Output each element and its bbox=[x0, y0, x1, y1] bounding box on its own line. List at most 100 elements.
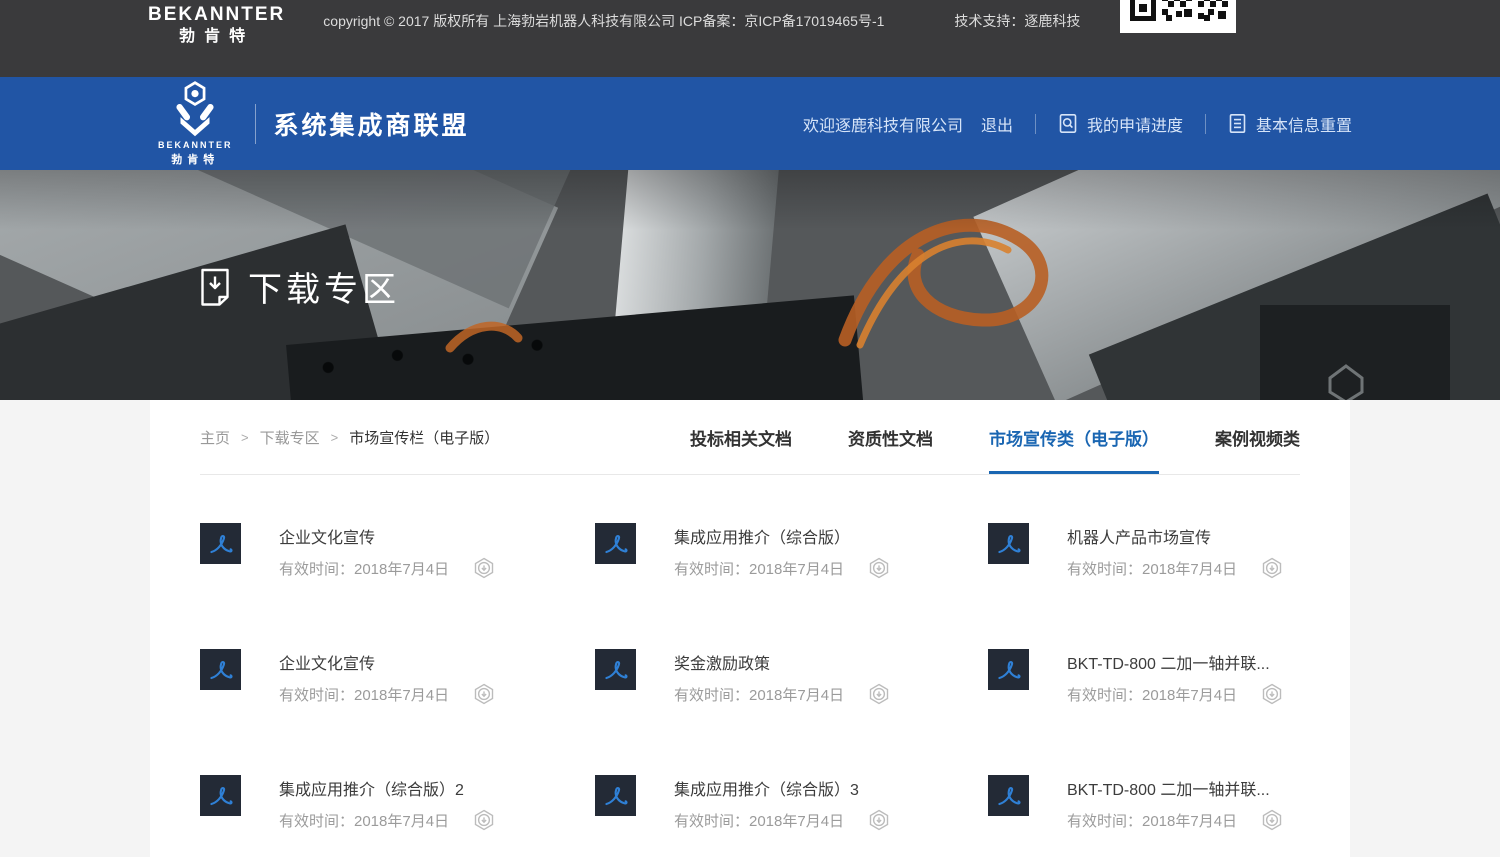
content-panel: > 主页 > 下载专区 > 市场宣传栏（电子版） 投标相关文档 bbox=[150, 400, 1350, 857]
pdf-icon[interactable] bbox=[988, 775, 1029, 816]
pdf-icon[interactable] bbox=[988, 523, 1029, 564]
copyright-text: copyright © 2017 版权所有 上海勃岩机器人科技有限公司 ICP备… bbox=[323, 5, 884, 31]
pdf-icon[interactable] bbox=[200, 523, 241, 564]
file-valid-date: 有效时间：2018年7月4日 bbox=[1067, 558, 1237, 579]
file-valid-date: 有效时间：2018年7月4日 bbox=[1067, 684, 1237, 705]
file-meta: 有效时间：2018年7月4日 bbox=[674, 557, 890, 579]
downloads-grid: 企业文化宣传 有效时间：2018年7月4日 bbox=[200, 475, 1300, 857]
application-progress-link[interactable]: 我的申请进度 bbox=[1058, 112, 1183, 136]
breadcrumb-link[interactable]: 市场宣传栏（电子版） bbox=[349, 427, 499, 448]
breadcrumb-item: > 市场宣传栏（电子版） bbox=[320, 427, 500, 448]
file-title[interactable]: BKT-TD-800 二加一轴并联... bbox=[1067, 650, 1283, 674]
file-valid-date: 有效时间：2018年7月4日 bbox=[674, 810, 844, 831]
navbar-separator bbox=[1205, 114, 1206, 134]
qr-code-icon bbox=[1120, 0, 1236, 33]
download-button[interactable] bbox=[1261, 683, 1283, 705]
download-item[interactable]: 集成应用推介（综合版） 有效时间：2018年7月4日 bbox=[595, 523, 988, 579]
topbar-logo-latin: BEKANNTER bbox=[148, 5, 285, 26]
category-tab-label: 资质性文档 bbox=[848, 425, 933, 450]
category-tab[interactable]: 资质性文档 bbox=[848, 400, 933, 474]
site-title: 系统集成商联盟 bbox=[274, 106, 470, 142]
file-title[interactable]: 奖金激励政策 bbox=[674, 650, 890, 674]
category-tab-label: 案例视频类 bbox=[1215, 425, 1300, 450]
download-item-text: 企业文化宣传 有效时间：2018年7月4日 bbox=[279, 523, 495, 579]
download-item-text: 企业文化宣传 有效时间：2018年7月4日 bbox=[279, 649, 495, 705]
download-item[interactable]: 集成应用推介（综合版）2 有效时间：2018年7月4日 bbox=[200, 775, 595, 831]
logout-link[interactable]: 退出 bbox=[981, 112, 1013, 136]
document-lines-icon bbox=[1228, 113, 1247, 134]
download-item[interactable]: 奖金激励政策 有效时间：2018年7月4日 bbox=[595, 649, 988, 705]
pdf-icon[interactable] bbox=[200, 649, 241, 690]
download-item-text: 集成应用推介（综合版）3 有效时间：2018年7月4日 bbox=[674, 775, 890, 831]
download-item[interactable]: 集成应用推介（综合版）3 有效时间：2018年7月4日 bbox=[595, 775, 988, 831]
basic-info-reset-link[interactable]: 基本信息重置 bbox=[1228, 112, 1352, 136]
download-item-text: BKT-TD-800 二加一轴并联... 有效时间：2018年7月4日 bbox=[1067, 649, 1283, 705]
download-item[interactable]: 企业文化宣传 有效时间：2018年7月4日 bbox=[200, 523, 595, 579]
download-button[interactable] bbox=[1261, 809, 1283, 831]
file-title[interactable]: 企业文化宣传 bbox=[279, 650, 495, 674]
topbar-logo: BEKANNTER 勃肯特 bbox=[148, 5, 285, 45]
download-item-text: 集成应用推介（综合版） 有效时间：2018年7月4日 bbox=[674, 523, 890, 579]
download-button[interactable] bbox=[473, 683, 495, 705]
category-tab[interactable]: 案例视频类 bbox=[1215, 400, 1300, 474]
navbar-logo-latin: BEKANNTER bbox=[158, 140, 233, 150]
download-item-text: 奖金激励政策 有效时间：2018年7月4日 bbox=[674, 649, 890, 705]
download-item[interactable]: 机器人产品市场宣传 有效时间：2018年7月4日 bbox=[988, 523, 1300, 579]
breadcrumb-separator: > bbox=[241, 430, 249, 445]
category-tab[interactable]: 投标相关文档 bbox=[690, 400, 792, 474]
application-progress-label: 我的申请进度 bbox=[1087, 112, 1183, 136]
file-valid-date: 有效时间：2018年7月4日 bbox=[279, 684, 449, 705]
breadcrumb-link[interactable]: 下载专区 bbox=[260, 427, 320, 448]
navbar-logo[interactable]: BEKANNTER 勃肯特 bbox=[158, 80, 233, 167]
hero-banner: 下载专区 bbox=[0, 170, 1500, 400]
category-tab-label: 投标相关文档 bbox=[690, 425, 792, 450]
download-item[interactable]: 企业文化宣传 有效时间：2018年7月4日 bbox=[200, 649, 595, 705]
pdf-icon[interactable] bbox=[200, 775, 241, 816]
navbar-separator bbox=[1035, 114, 1036, 134]
file-title[interactable]: 集成应用推介（综合版） bbox=[674, 524, 890, 548]
file-title[interactable]: BKT-TD-800 二加一轴并联... bbox=[1067, 776, 1283, 800]
file-meta: 有效时间：2018年7月4日 bbox=[279, 557, 495, 579]
download-button[interactable] bbox=[868, 683, 890, 705]
file-title[interactable]: 集成应用推介（综合版）2 bbox=[279, 776, 495, 800]
active-tab-underline bbox=[989, 471, 1159, 474]
download-button[interactable] bbox=[868, 557, 890, 579]
download-item-text: 集成应用推介（综合版）2 有效时间：2018年7月4日 bbox=[279, 775, 495, 831]
file-meta: 有效时间：2018年7月4日 bbox=[1067, 809, 1283, 831]
breadcrumb-separator: > bbox=[331, 430, 339, 445]
download-button[interactable] bbox=[1261, 557, 1283, 579]
category-tab-label: 市场宣传类（电子版） bbox=[989, 425, 1159, 450]
file-valid-date: 有效时间：2018年7月4日 bbox=[1067, 810, 1237, 831]
delta-robot-logo-icon bbox=[168, 80, 222, 138]
file-meta: 有效时间：2018年7月4日 bbox=[279, 809, 495, 831]
tech-support-text: 技术支持：逐鹿科技 bbox=[954, 5, 1080, 31]
download-item[interactable]: BKT-TD-800 二加一轴并联... 有效时间：2018年7月4日 bbox=[988, 649, 1300, 705]
breadcrumb-link[interactable]: 主页 bbox=[200, 427, 230, 448]
file-meta: 有效时间：2018年7月4日 bbox=[1067, 557, 1283, 579]
file-valid-date: 有效时间：2018年7月4日 bbox=[674, 558, 844, 579]
file-valid-date: 有效时间：2018年7月4日 bbox=[279, 810, 449, 831]
category-tab[interactable]: 市场宣传类（电子版） bbox=[989, 400, 1159, 474]
download-button[interactable] bbox=[868, 809, 890, 831]
download-document-icon bbox=[200, 267, 230, 307]
breadcrumb: > 主页 > 下载专区 > 市场宣传栏（电子版） bbox=[200, 427, 499, 448]
download-item-text: BKT-TD-800 二加一轴并联... 有效时间：2018年7月4日 bbox=[1067, 775, 1283, 831]
qr-code bbox=[1120, 0, 1236, 33]
download-button[interactable] bbox=[473, 809, 495, 831]
breadcrumb-item: > 主页 bbox=[200, 427, 230, 448]
pdf-icon[interactable] bbox=[988, 649, 1029, 690]
file-meta: 有效时间：2018年7月4日 bbox=[1067, 683, 1283, 705]
download-item[interactable]: BKT-TD-800 二加一轴并联... 有效时间：2018年7月4日 bbox=[988, 775, 1300, 831]
category-tabs: 投标相关文档 资质性文档 市场宣传类（电子版） 案例视频类 bbox=[690, 400, 1300, 474]
file-title[interactable]: 集成应用推介（综合版）3 bbox=[674, 776, 890, 800]
pdf-icon[interactable] bbox=[595, 523, 636, 564]
pdf-icon[interactable] bbox=[595, 649, 636, 690]
main-navbar: BEKANNTER 勃肯特 系统集成商联盟 欢迎逐鹿科技有限公司 退出 我的申请… bbox=[0, 77, 1500, 170]
pdf-icon[interactable] bbox=[595, 775, 636, 816]
download-item-text: 机器人产品市场宣传 有效时间：2018年7月4日 bbox=[1067, 523, 1283, 579]
download-button[interactable] bbox=[473, 557, 495, 579]
file-title[interactable]: 机器人产品市场宣传 bbox=[1067, 524, 1283, 548]
navbar-divider bbox=[255, 104, 256, 144]
welcome-text: 欢迎逐鹿科技有限公司 bbox=[803, 112, 963, 136]
file-title[interactable]: 企业文化宣传 bbox=[279, 524, 495, 548]
